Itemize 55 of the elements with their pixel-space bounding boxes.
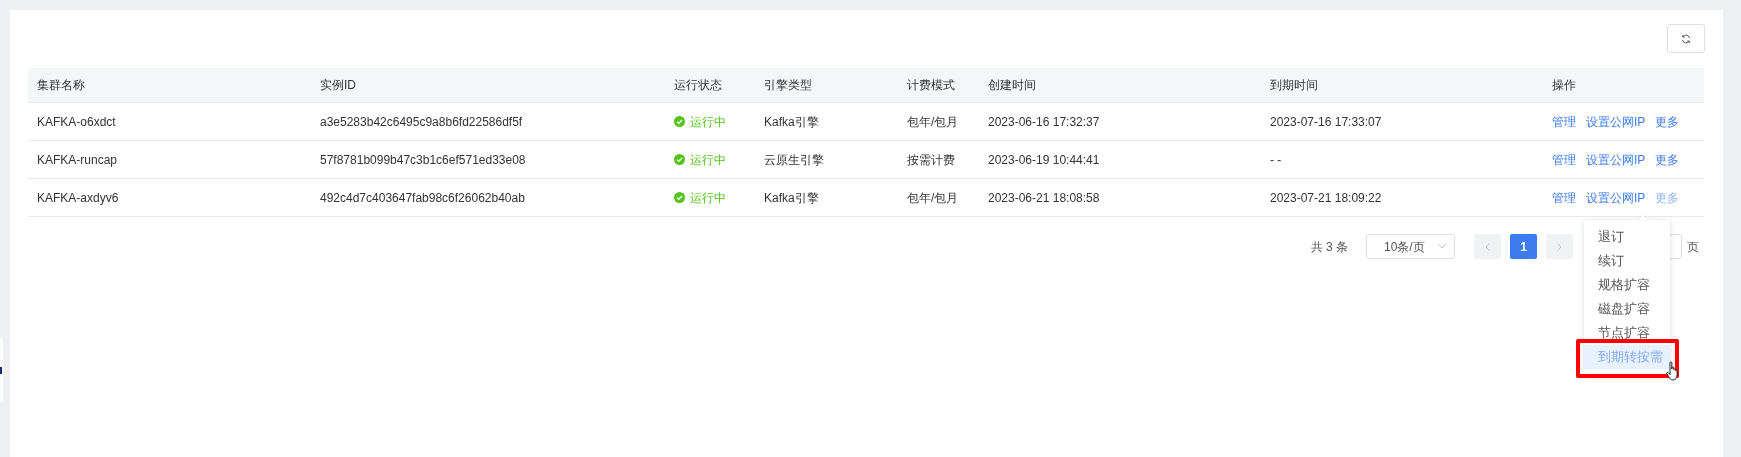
chevron-right-icon: [1557, 242, 1562, 251]
status-text: 运行中: [690, 151, 726, 169]
menu-item[interactable]: 磁盘扩容: [1584, 297, 1670, 321]
refresh-icon: [1681, 33, 1691, 44]
column-header: 集群名称: [36, 77, 85, 94]
cluster-name-cell-text: KAFKA-axdyv6: [36, 189, 119, 207]
column-header: 实例ID: [319, 77, 356, 94]
expiry-time-cell-text: 2023-07-16 17:33:07: [1269, 113, 1382, 131]
created-time-cell-text: 2023-06-21 18:08:58: [987, 189, 1100, 207]
instance-id-cell-text: 57f8781b099b47c3b1c6ef571ed33e08: [319, 151, 526, 169]
expiry-time-cell-text: - -: [1269, 151, 1282, 169]
instance-id-cell-text: a3e5283b42c6495c9a8b6fd22586df5f: [319, 113, 523, 131]
action-link[interactable]: 设置公网IP: [1586, 150, 1646, 169]
column-header: 操作: [1551, 77, 1576, 94]
column-header: 引擎类型: [763, 77, 812, 94]
menu-item[interactable]: 规格扩容: [1584, 273, 1670, 297]
chevron-left-icon: [1485, 242, 1490, 251]
action-link[interactable]: 设置公网IP: [1586, 112, 1646, 131]
menu-item[interactable]: 退订: [1584, 225, 1670, 249]
page-size-select[interactable]: 10条/页: [1366, 234, 1455, 259]
column-header: 运行状态: [673, 77, 722, 94]
action-link[interactable]: 管理: [1552, 188, 1576, 207]
created-time-cell-text: 2023-06-16 17:32:37: [987, 113, 1100, 131]
action-link[interactable]: 管理: [1552, 150, 1576, 169]
action-link[interactable]: 更多: [1655, 188, 1680, 207]
column-header: 到期时间: [1269, 77, 1318, 94]
action-link[interactable]: 管理: [1552, 112, 1576, 131]
next-page-button[interactable]: [1546, 234, 1573, 259]
menu-item[interactable]: 节点扩容: [1584, 321, 1670, 345]
page-button[interactable]: 1: [1510, 234, 1537, 259]
cluster-name-cell-text: KAFKA-o6xdct: [36, 113, 116, 131]
instance-id-cell-text: 492c4d7c403647fab98c6f26062b40ab: [319, 189, 525, 207]
chevron-down-icon: [1438, 244, 1446, 249]
total-count: 共 3 条: [1310, 238, 1348, 256]
menu-item[interactable]: 续订: [1584, 249, 1670, 273]
engine-cell-text: Kafka引擎: [763, 113, 819, 131]
cluster-name-cell-text: KAFKA-runcap: [36, 151, 118, 169]
column-header: 计费模式: [906, 77, 955, 94]
action-link[interactable]: 更多: [1655, 150, 1680, 169]
billing-cell-text: 按需计费: [906, 151, 955, 169]
page-suffix: 页: [1687, 238, 1699, 256]
engine-cell-text: 云原生引擎: [763, 151, 824, 169]
menu-item[interactable]: 到期转按需: [1584, 345, 1670, 369]
status-text: 运行中: [690, 113, 726, 131]
action-link[interactable]: 更多: [1655, 112, 1680, 131]
status-text: 运行中: [690, 189, 726, 207]
engine-cell-text: Kafka引擎: [763, 189, 819, 207]
expiry-time-cell-text: 2023-07-21 18:09:22: [1269, 189, 1382, 207]
billing-cell-text: 包年/包月: [906, 189, 959, 207]
billing-cell-text: 包年/包月: [906, 113, 959, 131]
action-link[interactable]: 设置公网IP: [1586, 188, 1646, 207]
previous-page-button[interactable]: [1474, 234, 1501, 259]
refresh-button[interactable]: [1667, 24, 1705, 53]
column-header: 创建时间: [987, 77, 1036, 94]
created-time-cell-text: 2023-06-19 10:44:41: [987, 151, 1100, 169]
